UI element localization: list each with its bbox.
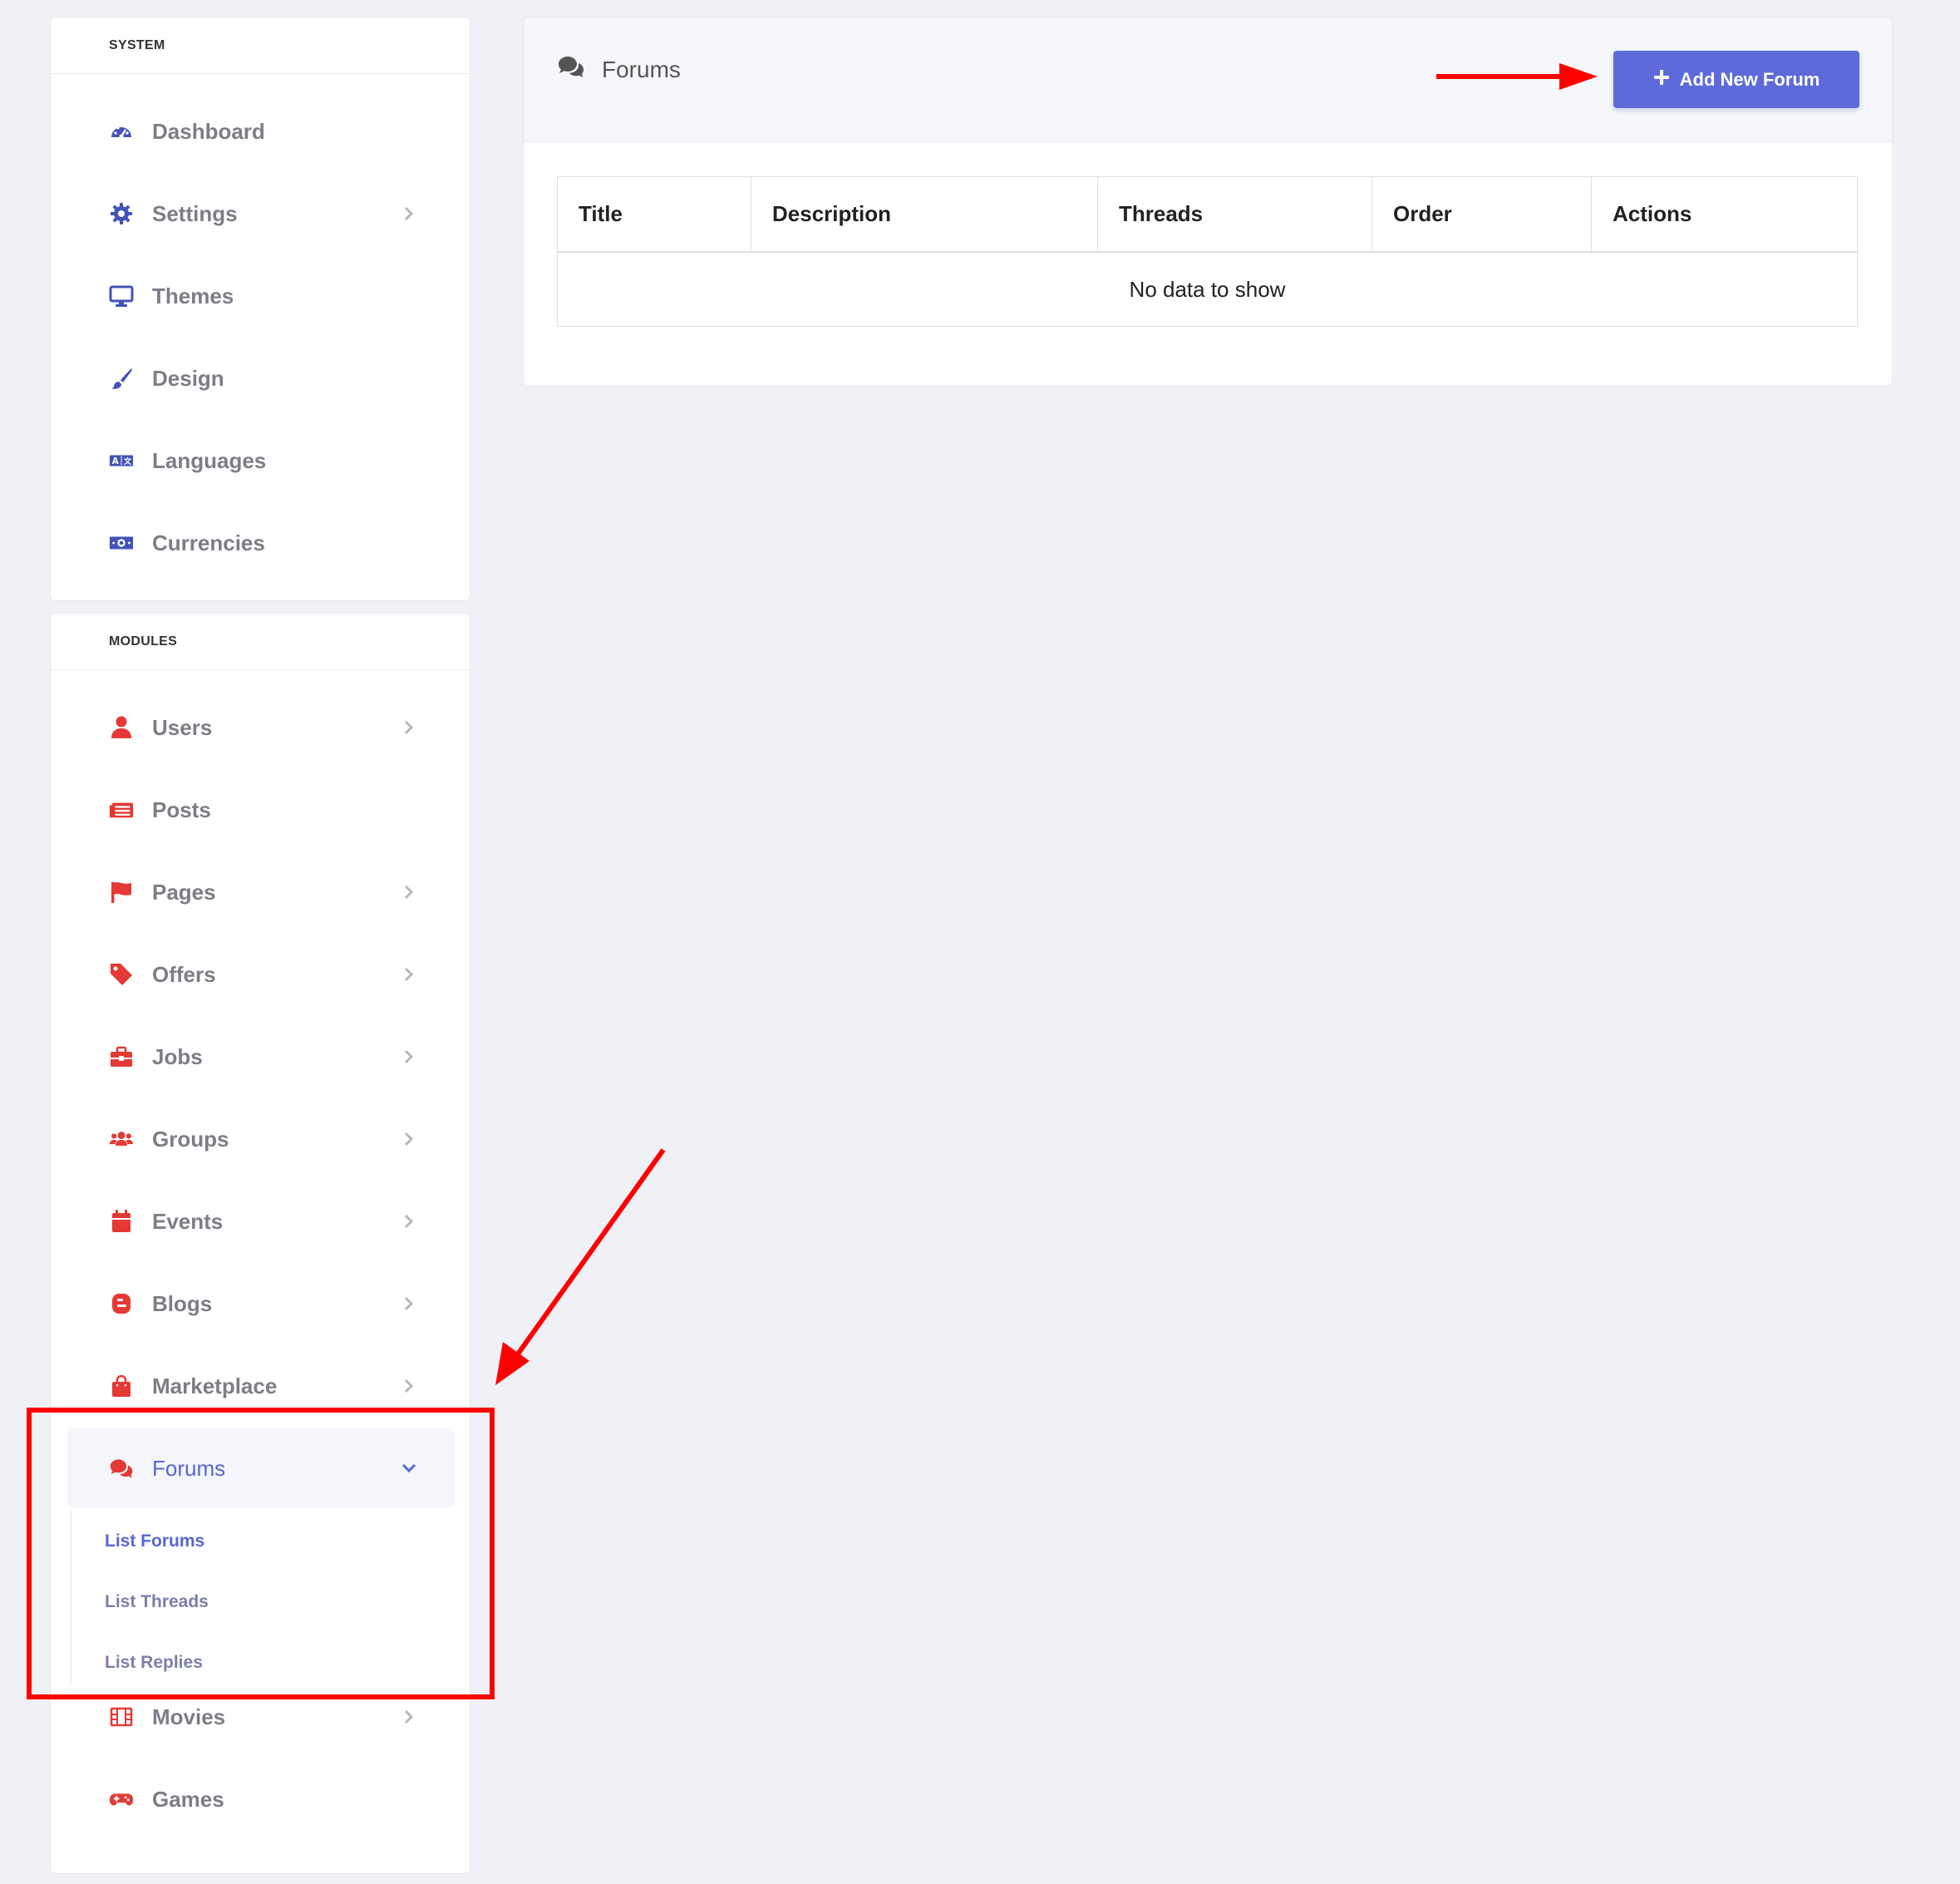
admin-page: SYSTEM Dashboard Settings Themes Design … — [0, 0, 1960, 1884]
arrow-to-forums-menu — [495, 1148, 666, 1385]
sidebar-item-currencies[interactable]: Currencies — [67, 503, 455, 583]
sidebar-item-label: Dashboard — [152, 118, 265, 144]
chevron-right-icon — [396, 201, 421, 226]
comments-icon — [109, 1456, 134, 1481]
chevron-right-icon — [396, 1704, 421, 1729]
forums-panel: Forums Add New Forum Title Description T… — [523, 17, 1893, 387]
page-title-text: Forums — [602, 56, 681, 82]
sidebar-item-label: Offers — [152, 961, 216, 987]
language-icon: A文 — [109, 448, 134, 473]
shopping-bag-icon — [109, 1374, 134, 1398]
chevron-right-icon — [396, 715, 421, 740]
column-header-actions: Actions — [1613, 201, 1692, 226]
sidebar-item-label: Posts — [152, 797, 211, 822]
sidebar-item-label: Games — [152, 1786, 224, 1812]
sidebar-item-label: Design — [152, 365, 224, 391]
modules-heading: MODULES — [51, 614, 470, 670]
column-header-threads[interactable]: Threads — [1098, 177, 1372, 251]
calendar-icon — [109, 1209, 134, 1234]
paint-brush-icon — [109, 366, 134, 391]
system-heading: SYSTEM — [51, 17, 470, 74]
desktop-monitor-icon — [109, 284, 134, 308]
sidebar-item-blogs[interactable]: Blogs — [67, 1264, 455, 1344]
sidebar-item-design[interactable]: Design — [67, 338, 455, 418]
add-new-forum-label: Add New Forum — [1679, 68, 1820, 90]
sidebar-item-themes[interactable]: Themes — [67, 256, 455, 336]
sidebar-item-forums[interactable]: Forums — [67, 1428, 455, 1508]
empty-table-message: No data to show — [1129, 276, 1286, 302]
sidebar-item-label: Movies — [152, 1704, 226, 1729]
sidebar-item-label: Currencies — [152, 530, 265, 555]
briefcase-icon — [109, 1044, 134, 1069]
user-icon — [109, 715, 134, 740]
svg-text:A: A — [112, 456, 119, 466]
plus-icon — [1653, 69, 1670, 91]
newspaper-icon — [109, 797, 134, 822]
sidebar-item-groups[interactable]: Groups — [67, 1099, 455, 1179]
sidebar-item-label: Themes — [152, 283, 234, 308]
chevron-right-icon — [396, 1044, 421, 1069]
sidebar-item-label: Pages — [152, 879, 216, 905]
sidebar-item-label: Events — [152, 1208, 224, 1234]
sidebar-item-label: Languages — [152, 447, 267, 473]
sidebar-item-events[interactable]: Events — [67, 1181, 455, 1261]
sidebar-item-label: Settings — [152, 200, 238, 226]
sidebar-item-dashboard[interactable]: Dashboard — [67, 91, 455, 171]
column-header-description[interactable]: Description — [751, 177, 1098, 251]
chevron-right-icon — [396, 1127, 421, 1152]
sidebar-item-label: Forums — [152, 1455, 226, 1481]
sidebar-item-users[interactable]: Users — [67, 688, 455, 767]
sidebar-item-label: Groups — [152, 1126, 229, 1152]
chevron-down-icon — [396, 1456, 421, 1481]
sidebar-item-label: Marketplace — [152, 1373, 278, 1398]
chevron-right-icon — [396, 962, 421, 987]
forums-submenu: List Forums List Threads List Replies — [70, 1511, 402, 1685]
page-title: Forums — [557, 54, 681, 85]
chevron-right-icon — [396, 1291, 421, 1316]
gamepad-icon — [109, 1787, 134, 1812]
svg-text:文: 文 — [123, 456, 132, 466]
add-new-forum-button[interactable]: Add New Forum — [1613, 51, 1859, 108]
users-group-icon — [109, 1127, 134, 1152]
column-header-order[interactable]: Order — [1372, 177, 1592, 251]
sidebar-item-label: Blogs — [152, 1290, 213, 1316]
sidebar-item-label: Users — [152, 714, 213, 740]
flag-icon — [109, 880, 134, 905]
sidebar-item-jobs[interactable]: Jobs — [67, 1017, 455, 1097]
sidebar-item-label: Jobs — [152, 1043, 203, 1069]
sidebar-item-marketplace[interactable]: Marketplace — [67, 1346, 455, 1426]
chevron-right-icon — [396, 1209, 421, 1234]
film-icon — [109, 1704, 134, 1729]
sidebar-item-pages[interactable]: Pages — [67, 852, 455, 932]
sidebar-item-games[interactable]: Games — [67, 1759, 455, 1839]
submenu-item-list-replies[interactable]: List Replies — [105, 1653, 203, 1673]
sidebar-item-movies[interactable]: Movies — [67, 1677, 455, 1757]
comments-icon — [557, 54, 585, 85]
forums-table: Title Description Threads Order Actions … — [557, 176, 1858, 327]
money-bill-icon — [109, 530, 134, 555]
sidebar-item-languages[interactable]: A文 Languages — [67, 421, 455, 501]
column-header-title[interactable]: Title — [558, 177, 751, 251]
gear-icon — [109, 201, 134, 226]
chevron-right-icon — [396, 880, 421, 905]
chevron-right-icon — [396, 1374, 421, 1398]
submenu-item-list-forums[interactable]: List Forums — [105, 1531, 204, 1551]
blogger-icon — [109, 1291, 134, 1316]
submenu-item-list-threads[interactable]: List Threads — [105, 1592, 209, 1612]
system-nav-card: SYSTEM Dashboard Settings Themes Design … — [50, 17, 470, 601]
panel-header: Forums Add New Forum — [524, 17, 1892, 142]
sidebar-item-settings[interactable]: Settings — [67, 174, 455, 254]
dashboard-gauge-icon — [109, 119, 134, 144]
sidebar-item-offers[interactable]: Offers — [67, 935, 455, 1014]
tag-icon — [109, 962, 134, 987]
table-header-row: Title Description Threads Order Actions — [558, 177, 1857, 253]
sidebar-item-posts[interactable]: Posts — [67, 770, 455, 850]
